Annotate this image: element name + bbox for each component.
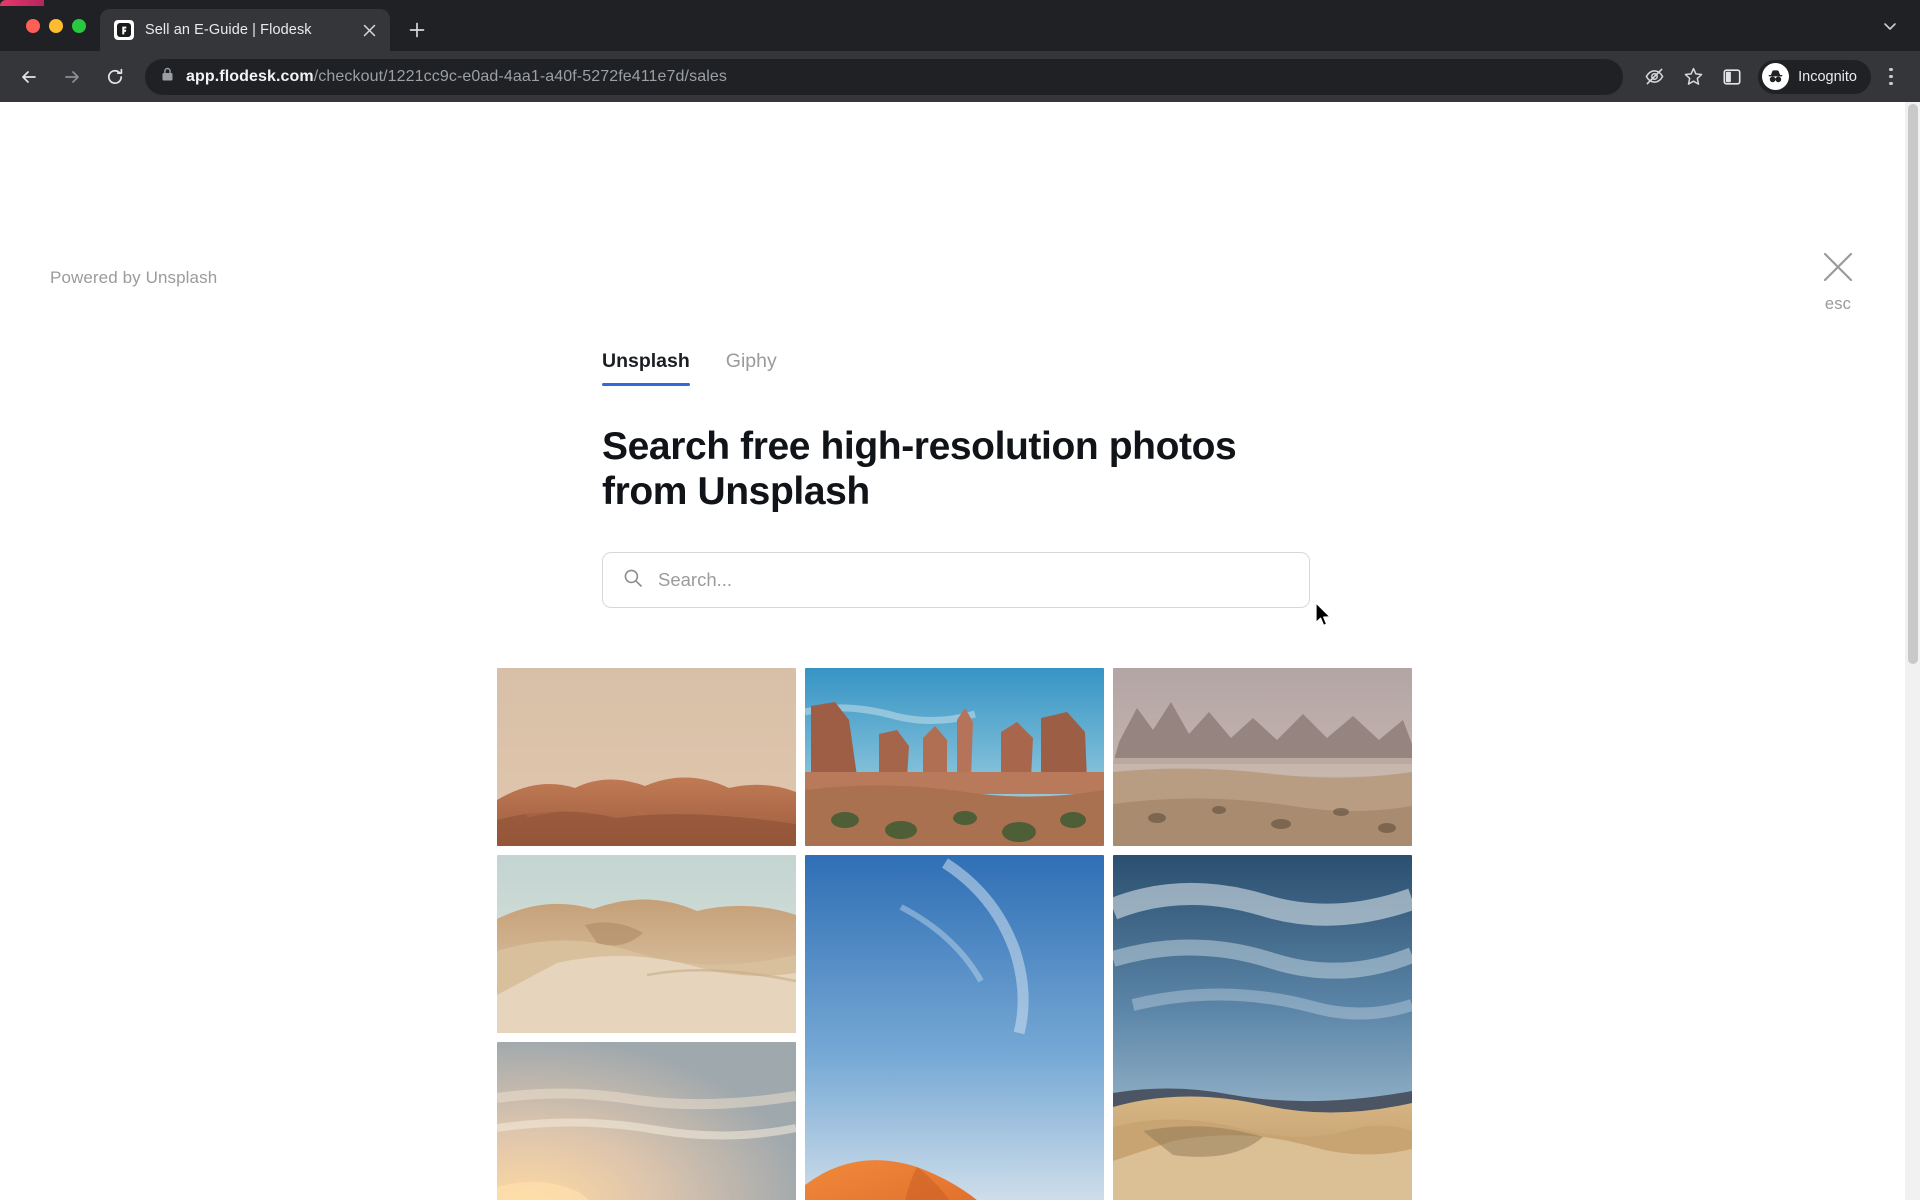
tab-title: Sell an E-Guide | Flodesk bbox=[145, 22, 312, 38]
photo-result-item[interactable] bbox=[805, 855, 1104, 1200]
tab-strip: Sell an E-Guide | Flodesk bbox=[0, 0, 1920, 51]
close-modal-button[interactable]: esc bbox=[1802, 250, 1874, 314]
page-scrollbar[interactable] bbox=[1905, 102, 1920, 1200]
kebab-menu-icon[interactable] bbox=[1876, 60, 1906, 94]
window-traffic-lights bbox=[14, 0, 100, 51]
profile-label: Incognito bbox=[1798, 68, 1857, 85]
photo-result-item[interactable] bbox=[497, 1042, 796, 1200]
forward-arrow-icon[interactable] bbox=[53, 58, 91, 96]
search-input[interactable]: Search... bbox=[602, 552, 1310, 609]
reload-icon[interactable] bbox=[96, 58, 134, 96]
tab-giphy[interactable]: Giphy bbox=[726, 350, 777, 386]
source-tabs: Unsplash Giphy bbox=[602, 102, 1362, 386]
page-viewport: Powered by Unsplash esc Unsplash Giphy S… bbox=[0, 102, 1920, 1200]
mouse-cursor bbox=[1314, 602, 1334, 630]
flodesk-f-icon bbox=[114, 20, 134, 40]
photo-column-3 bbox=[1113, 668, 1412, 1200]
photo-column-1 bbox=[497, 668, 796, 1200]
tab-search-chevron-down-icon[interactable] bbox=[1882, 18, 1898, 39]
address-bar[interactable]: app.flodesk.com/checkout/1221cc9c-e0ad-4… bbox=[145, 58, 1624, 95]
browser-tab[interactable]: Sell an E-Guide | Flodesk bbox=[100, 9, 390, 51]
page-title: Search free high-resolution photos from … bbox=[602, 425, 1237, 514]
address-bar-url: app.flodesk.com/checkout/1221cc9c-e0ad-4… bbox=[186, 68, 727, 86]
eye-off-icon[interactable] bbox=[1637, 60, 1671, 94]
maximize-window-button[interactable] bbox=[72, 18, 86, 33]
back-arrow-icon[interactable] bbox=[10, 58, 48, 96]
browser-window: Sell an E-Guide | Flodesk app.flodesk.co… bbox=[0, 0, 1920, 1200]
esc-label: esc bbox=[1824, 295, 1852, 313]
photo-result-item[interactable] bbox=[1113, 855, 1412, 1200]
photo-results-grid bbox=[497, 668, 1412, 1200]
lock-icon bbox=[161, 67, 174, 87]
tab-unsplash[interactable]: Unsplash bbox=[602, 350, 690, 386]
close-x-icon bbox=[1821, 250, 1855, 289]
browser-toolbar: app.flodesk.com/checkout/1221cc9c-e0ad-4… bbox=[0, 51, 1920, 102]
photo-result-item[interactable] bbox=[497, 855, 796, 1033]
side-panel-icon[interactable] bbox=[1715, 60, 1749, 94]
profile-incognito-button[interactable]: Incognito bbox=[1758, 59, 1871, 94]
new-tab-button[interactable] bbox=[400, 13, 434, 47]
photo-column-2 bbox=[805, 668, 1104, 1200]
search-icon bbox=[623, 568, 643, 593]
star-bookmark-icon[interactable] bbox=[1676, 60, 1710, 94]
url-path: /checkout/1221cc9c-e0ad-4aa1-a40f-5272fe… bbox=[313, 67, 727, 85]
photo-result-item[interactable] bbox=[805, 668, 1104, 846]
search-placeholder: Search... bbox=[658, 569, 733, 591]
photo-result-item[interactable] bbox=[1113, 668, 1412, 846]
scrollbar-thumb[interactable] bbox=[1907, 104, 1918, 664]
minimize-window-button[interactable] bbox=[49, 18, 63, 33]
url-host: app.flodesk.com bbox=[186, 67, 314, 85]
close-window-button[interactable] bbox=[26, 18, 40, 33]
photo-result-item[interactable] bbox=[497, 668, 796, 846]
powered-by-label: Powered by Unsplash bbox=[50, 268, 218, 287]
close-tab-button[interactable] bbox=[358, 19, 380, 41]
incognito-avatar-icon bbox=[1762, 63, 1790, 90]
modal-content: Unsplash Giphy Search free high-resoluti… bbox=[602, 102, 1362, 609]
